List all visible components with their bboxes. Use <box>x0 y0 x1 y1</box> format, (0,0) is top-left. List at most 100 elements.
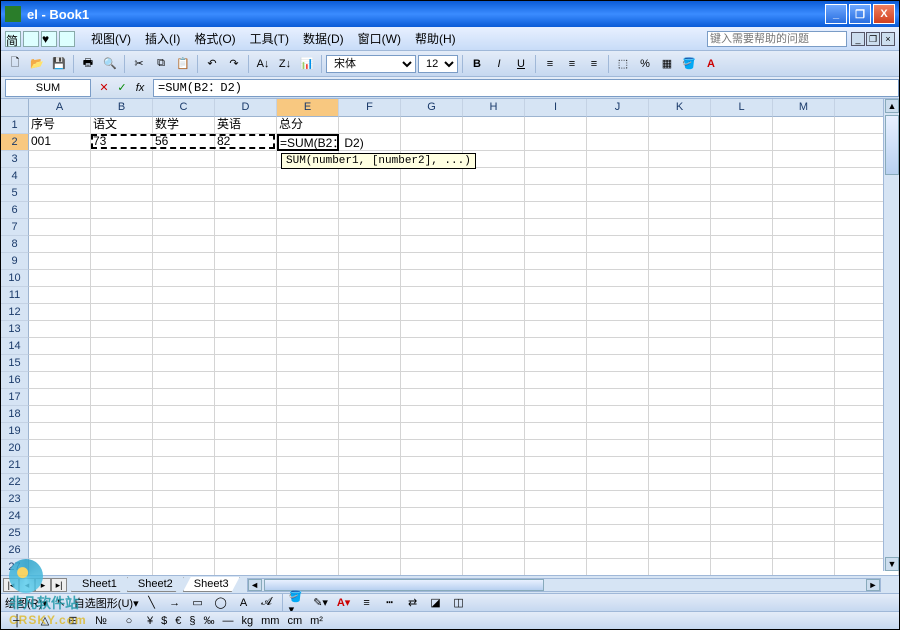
cell-I4[interactable] <box>525 168 587 185</box>
cell-G8[interactable] <box>401 236 463 253</box>
unit-symbol[interactable]: ‰ <box>204 615 215 627</box>
cell-K21[interactable] <box>649 457 711 474</box>
cell-D13[interactable] <box>215 321 277 338</box>
cell-K7[interactable] <box>649 219 711 236</box>
cell-H26[interactable] <box>463 542 525 559</box>
font-size-select[interactable]: 12 <box>418 55 458 73</box>
cell-E15[interactable] <box>277 355 339 372</box>
cell-C21[interactable] <box>153 457 215 474</box>
cell-I21[interactable] <box>525 457 587 474</box>
align-center-icon[interactable]: ≡ <box>562 54 582 74</box>
cell-M12[interactable] <box>773 304 835 321</box>
cell-H15[interactable] <box>463 355 525 372</box>
cell-I5[interactable] <box>525 185 587 202</box>
cell-F22[interactable] <box>339 474 401 491</box>
cell-E10[interactable] <box>277 270 339 287</box>
cell-B27[interactable] <box>91 559 153 576</box>
cell-F10[interactable] <box>339 270 401 287</box>
unit-symbol[interactable]: — <box>223 615 234 627</box>
cell-F17[interactable] <box>339 389 401 406</box>
menu-item[interactable]: 窗口(W) <box>352 28 407 49</box>
row-header[interactable]: 23 <box>1 491 29 508</box>
unit-symbol[interactable]: cm <box>287 615 302 627</box>
scroll-left-arrow[interactable]: ◄ <box>248 579 262 591</box>
cell-B4[interactable] <box>91 168 153 185</box>
row-header[interactable]: 13 <box>1 321 29 338</box>
save-icon[interactable]: 💾 <box>49 54 69 74</box>
cell-B10[interactable] <box>91 270 153 287</box>
column-header[interactable]: B <box>91 99 153 117</box>
cell-B9[interactable] <box>91 253 153 270</box>
cell-F4[interactable] <box>339 168 401 185</box>
cell-D15[interactable] <box>215 355 277 372</box>
cell-K3[interactable] <box>649 151 711 168</box>
cell-M13[interactable] <box>773 321 835 338</box>
cell-F9[interactable] <box>339 253 401 270</box>
cell-E21[interactable] <box>277 457 339 474</box>
cell-A26[interactable] <box>29 542 91 559</box>
cell-B20[interactable] <box>91 440 153 457</box>
cell-I27[interactable] <box>525 559 587 576</box>
cell-H8[interactable] <box>463 236 525 253</box>
paste-icon[interactable]: 📋 <box>173 54 193 74</box>
cell-I8[interactable] <box>525 236 587 253</box>
line-style-icon[interactable]: ≡ <box>357 593 377 613</box>
cell-E26[interactable] <box>277 542 339 559</box>
cell-L23[interactable] <box>711 491 773 508</box>
cell-L4[interactable] <box>711 168 773 185</box>
cell-B22[interactable] <box>91 474 153 491</box>
cell-D19[interactable] <box>215 423 277 440</box>
cell-E1[interactable]: 总分 <box>277 117 339 134</box>
cell-M18[interactable] <box>773 406 835 423</box>
oval-icon[interactable]: ◯ <box>211 593 231 613</box>
cell-E14[interactable] <box>277 338 339 355</box>
row-header[interactable]: 18 <box>1 406 29 423</box>
arrow-style-icon[interactable]: ⇄ <box>403 593 423 613</box>
undo-icon[interactable]: ↶ <box>202 54 222 74</box>
cell-I24[interactable] <box>525 508 587 525</box>
minimize-button[interactable]: _ <box>825 4 847 24</box>
cell-E27[interactable] <box>277 559 339 576</box>
mdi-restore[interactable]: ❐ <box>866 32 880 46</box>
cell-E19[interactable] <box>277 423 339 440</box>
row-header[interactable]: 22 <box>1 474 29 491</box>
unit-symbol[interactable]: m² <box>310 615 323 627</box>
cell-L10[interactable] <box>711 270 773 287</box>
cell-J18[interactable] <box>587 406 649 423</box>
merge-icon[interactable]: ⬚ <box>613 54 633 74</box>
cell-A19[interactable] <box>29 423 91 440</box>
cell-L16[interactable] <box>711 372 773 389</box>
cell-K23[interactable] <box>649 491 711 508</box>
cell-M11[interactable] <box>773 287 835 304</box>
cell-B17[interactable] <box>91 389 153 406</box>
cell-G15[interactable] <box>401 355 463 372</box>
cell-I11[interactable] <box>525 287 587 304</box>
cell-J1[interactable] <box>587 117 649 134</box>
new-icon[interactable]: 🗋 <box>5 54 25 74</box>
unit-symbol[interactable]: $ <box>161 615 167 627</box>
cell-J19[interactable] <box>587 423 649 440</box>
align-left-icon[interactable]: ≡ <box>540 54 560 74</box>
cell-B25[interactable] <box>91 525 153 542</box>
percent-icon[interactable]: % <box>635 54 655 74</box>
mdi-minimize[interactable]: _ <box>851 32 865 46</box>
cell-K2[interactable] <box>649 134 711 151</box>
cell-H2[interactable] <box>463 134 525 151</box>
row-header[interactable]: 26 <box>1 542 29 559</box>
cell-J13[interactable] <box>587 321 649 338</box>
cell-F5[interactable] <box>339 185 401 202</box>
cell-B23[interactable] <box>91 491 153 508</box>
cell-A7[interactable] <box>29 219 91 236</box>
cell-B13[interactable] <box>91 321 153 338</box>
cell-J20[interactable] <box>587 440 649 457</box>
row-header[interactable]: 5 <box>1 185 29 202</box>
cell-F25[interactable] <box>339 525 401 542</box>
cell-G10[interactable] <box>401 270 463 287</box>
sort-asc-icon[interactable]: A↓ <box>253 54 273 74</box>
cell-H14[interactable] <box>463 338 525 355</box>
scroll-up-arrow[interactable]: ▲ <box>885 99 899 113</box>
cell-A14[interactable] <box>29 338 91 355</box>
cell-D5[interactable] <box>215 185 277 202</box>
column-header[interactable]: E <box>277 99 339 117</box>
cell-A25[interactable] <box>29 525 91 542</box>
